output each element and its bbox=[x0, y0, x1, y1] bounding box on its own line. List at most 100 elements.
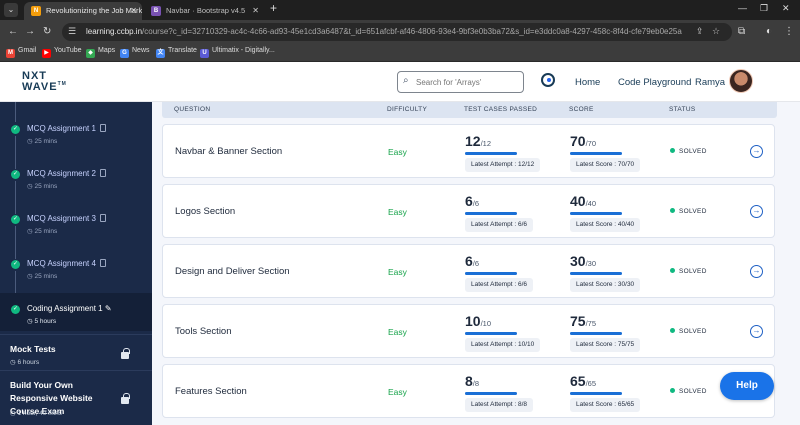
latest-score-badge: Latest Score : 75/75 bbox=[570, 338, 641, 352]
sidebar-section-mock-tests[interactable]: Mock Tests ◷ 6 hours bbox=[0, 334, 152, 370]
progress-fill bbox=[570, 272, 622, 275]
nxtwave-favicon-icon: N bbox=[31, 6, 41, 16]
back-icon[interactable]: ← bbox=[8, 26, 18, 37]
test-cases-progress-bar bbox=[465, 152, 517, 155]
bookmark-news[interactable]: G News bbox=[120, 47, 150, 58]
share-icon[interactable]: ⇪ bbox=[696, 26, 704, 37]
question-name: Features Section bbox=[175, 386, 247, 397]
extensions-icon[interactable]: ⧉ bbox=[738, 26, 745, 37]
difficulty-label: Easy bbox=[388, 207, 407, 217]
profile-icon[interactable]: ◐ bbox=[766, 26, 772, 37]
check-icon: ✓ bbox=[11, 170, 20, 179]
arrow-right-circle-icon[interactable]: → bbox=[750, 145, 763, 158]
url-input[interactable]: ☰ learning.ccbp.in/course?c_id=32710329-… bbox=[62, 23, 732, 41]
arrow-right-circle-icon[interactable]: → bbox=[750, 265, 763, 278]
timeline-line bbox=[15, 181, 16, 214]
search-input[interactable] bbox=[416, 75, 520, 89]
window-close-icon[interactable]: ✕ bbox=[782, 3, 790, 14]
maximize-icon[interactable]: ❐ bbox=[760, 3, 768, 14]
test-cases-value: 10/10 bbox=[465, 313, 492, 329]
score-progress-bar bbox=[570, 272, 622, 275]
bookmark-translate[interactable]: 文 Translate bbox=[156, 47, 197, 58]
tab-inactive[interactable]: B Navbar · Bootstrap v4.5 ✕ bbox=[144, 2, 264, 20]
progress-fill bbox=[465, 332, 517, 335]
latest-score-badge: Latest Score : 30/30 bbox=[570, 278, 641, 292]
tab-search-icon[interactable]: ⌄ bbox=[4, 3, 18, 17]
bookmarks-bar: M Gmail ▶ YouTube ◆ Maps G News 文 Translate U… bbox=[0, 44, 800, 62]
bookmark-maps[interactable]: ◆ Maps bbox=[86, 47, 115, 58]
streak-timer-icon[interactable] bbox=[541, 73, 555, 87]
column-header: QUESTION bbox=[174, 106, 211, 113]
sidebar-item-mcq-3[interactable]: MCQ Assignment 3 bbox=[27, 214, 106, 223]
sidebar-item-coding-1[interactable]: ✓ Coding Assignment 1 ✎ ◷ 5 hours bbox=[0, 293, 152, 331]
sidebar-item-mcq-1[interactable]: MCQ Assignment 1 bbox=[27, 124, 106, 133]
test-cases-progress-bar bbox=[465, 272, 517, 275]
nav-home[interactable]: Home bbox=[575, 77, 600, 88]
ultimatix-icon: U bbox=[200, 49, 209, 58]
status-badge: SOLVED bbox=[670, 208, 707, 215]
difficulty-label: Easy bbox=[388, 267, 407, 277]
lock-icon bbox=[121, 348, 130, 359]
latest-score-badge: Latest Score : 70/70 bbox=[570, 158, 641, 172]
nav-code-playground[interactable]: Code Playground bbox=[618, 77, 691, 88]
latest-score-badge: Latest Score : 40/40 bbox=[570, 218, 641, 232]
table-row[interactable]: Design and Deliver Section Easy 6/6 Latest … bbox=[162, 244, 775, 298]
nav-user-name[interactable]: Ramya bbox=[695, 77, 725, 88]
difficulty-label: Easy bbox=[388, 327, 407, 337]
tab-title: Navbar · Bootstrap v4.5 bbox=[166, 6, 246, 15]
bookmark-youtube[interactable]: ▶ YouTube bbox=[42, 47, 82, 58]
close-icon[interactable]: ✕ bbox=[252, 2, 259, 20]
progress-fill bbox=[465, 212, 517, 215]
difficulty-label: Easy bbox=[388, 387, 407, 397]
latest-score-badge: Latest Score : 65/65 bbox=[570, 398, 641, 412]
test-cases-progress-bar bbox=[465, 212, 517, 215]
bookmark-ultimatix[interactable]: U Ultimatix - Digitally... bbox=[200, 47, 275, 58]
solved-dot-icon bbox=[670, 388, 675, 393]
pencil-icon: ✎ bbox=[104, 304, 112, 313]
new-tab-button[interactable]: + bbox=[270, 1, 277, 15]
nxtwave-logo[interactable]: NXT WAVETM bbox=[22, 70, 82, 94]
table-row[interactable]: Tools Section Easy 10/10 Latest Attempt : 1… bbox=[162, 304, 775, 358]
sidebar-item-mcq-4[interactable]: MCQ Assignment 4 bbox=[27, 259, 106, 268]
tab-active[interactable]: N Revolutionizing the Job Market ✕ bbox=[24, 2, 142, 20]
latest-attempt-badge: Latest Attempt : 6/6 bbox=[465, 218, 534, 232]
close-icon[interactable]: ✕ bbox=[130, 2, 137, 20]
bookmark-gmail[interactable]: M Gmail bbox=[6, 47, 36, 58]
column-header: TEST CASES PASSED bbox=[464, 106, 538, 113]
avatar[interactable] bbox=[729, 69, 753, 93]
progress-fill bbox=[570, 332, 622, 335]
table-header: QUESTION DIFFICULTY TEST CASES PASSED SC… bbox=[162, 102, 777, 118]
table-row[interactable]: Features Section Easy 8/8 Latest Attempt : … bbox=[162, 364, 775, 418]
search-box[interactable]: ⌕ bbox=[397, 71, 524, 93]
menu-icon[interactable]: ⋮ bbox=[784, 26, 794, 37]
table-row[interactable]: Logos Section Easy 6/6 Latest Attempt : 6/6… bbox=[162, 184, 775, 238]
difficulty-label: Easy bbox=[388, 147, 407, 157]
test-cases-value: 8/8 bbox=[465, 373, 480, 389]
solved-dot-icon bbox=[670, 268, 675, 273]
bootstrap-favicon-icon: B bbox=[151, 6, 161, 16]
arrow-right-circle-icon[interactable]: → bbox=[750, 325, 763, 338]
bookmark-star-icon[interactable]: ☆ bbox=[712, 26, 720, 37]
app-header: NXT WAVETM ⌕ Home Code Playground Ramya bbox=[0, 62, 800, 102]
score-progress-bar bbox=[570, 332, 622, 335]
forward-icon[interactable]: → bbox=[25, 26, 35, 37]
table-row[interactable]: Navbar & Banner Section Easy 12/12 Latest A… bbox=[162, 124, 775, 178]
help-button[interactable]: Help bbox=[720, 372, 774, 400]
latest-attempt-badge: Latest Attempt : 6/6 bbox=[465, 278, 534, 292]
solved-dot-icon bbox=[670, 208, 675, 213]
questions-panel: QUESTION DIFFICULTY TEST CASES PASSED SC… bbox=[152, 102, 800, 425]
reload-icon[interactable]: ↻ bbox=[43, 26, 51, 37]
url-path: /course?c_id=32710329-ac4c-4c66-ad93-45e… bbox=[142, 27, 682, 36]
arrow-right-circle-icon[interactable]: → bbox=[750, 205, 763, 218]
score-value: 65/65 bbox=[570, 373, 597, 389]
site-info-icon[interactable]: ☰ bbox=[68, 26, 76, 37]
news-icon: G bbox=[120, 49, 129, 58]
question-name: Logos Section bbox=[175, 206, 236, 217]
minimize-icon[interactable]: — bbox=[738, 3, 747, 13]
document-icon bbox=[99, 259, 106, 267]
test-cases-value: 6/6 bbox=[465, 253, 480, 269]
latest-attempt-badge: Latest Attempt : 8/8 bbox=[465, 398, 534, 412]
sidebar-section-course-exam[interactable]: Build Your Own Responsive Website Course… bbox=[0, 370, 152, 425]
progress-fill bbox=[570, 152, 622, 155]
sidebar-item-mcq-2[interactable]: MCQ Assignment 2 bbox=[27, 169, 106, 178]
